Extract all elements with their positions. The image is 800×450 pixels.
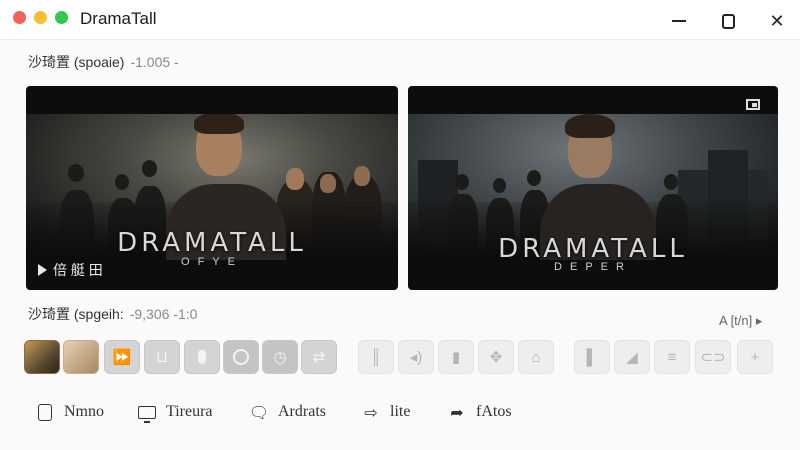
ramp-icon: ◢ bbox=[626, 349, 638, 366]
panel-title: DRAMATALL bbox=[117, 228, 307, 258]
action-comment[interactable]: 🗨 Ardrats bbox=[248, 398, 326, 426]
section-label: 沙琦置 (spgeih: bbox=[28, 306, 124, 322]
video-panel-right[interactable]: DRAMATALL DEPER bbox=[408, 86, 778, 290]
volume-button[interactable]: ◂) bbox=[398, 340, 434, 374]
timer-button[interactable]: ◷ bbox=[262, 340, 298, 374]
section-header-top: 沙琦置 (spoaie) -1.005 - bbox=[28, 52, 179, 72]
add-button[interactable]: + bbox=[737, 340, 773, 374]
swap-button[interactable]: ⇄ bbox=[301, 340, 337, 374]
fast-forward-icon: ⏩ bbox=[112, 349, 132, 366]
pause-button[interactable] bbox=[184, 340, 220, 374]
maximize-button[interactable] bbox=[717, 10, 739, 32]
panel-title: DRAMATALL bbox=[498, 234, 688, 264]
action-note[interactable]: Nmno bbox=[36, 398, 104, 426]
action-share[interactable]: ➦ fAtos bbox=[448, 398, 512, 426]
action-send[interactable]: ⇨ lite bbox=[362, 398, 410, 426]
puzzle-button[interactable]: ✥ bbox=[478, 340, 514, 374]
minimize-icon bbox=[672, 20, 686, 22]
action-monitor[interactable]: Tireura bbox=[138, 398, 213, 426]
section-header-mid: 沙琦置 (spgeih: -9,306 -1:0 bbox=[28, 304, 197, 324]
tray-button[interactable]: ⊔ bbox=[144, 340, 180, 374]
section-value: -1.005 - bbox=[130, 54, 179, 70]
ramp-button[interactable]: ◢ bbox=[614, 340, 650, 374]
brush-button[interactable]: ▌ bbox=[574, 340, 610, 374]
app-title: DramaTall bbox=[80, 9, 157, 28]
puzzle-icon: ✥ bbox=[489, 349, 503, 366]
align-icon: ≡ bbox=[667, 348, 677, 366]
app-window: DramaTall ✕ 沙琦置 (spoaie) -1.005 - DRAMAT… bbox=[0, 0, 800, 450]
tray-icon: ⊔ bbox=[156, 349, 168, 366]
link-button[interactable]: ⊂⊃ bbox=[695, 340, 731, 374]
video-panel-left[interactable]: DRAMATALL OFYE 倍 艇 田 bbox=[26, 86, 398, 290]
link-icon: ⊂⊃ bbox=[700, 349, 726, 366]
add-icon: + bbox=[750, 348, 760, 366]
minimize-button[interactable] bbox=[668, 10, 690, 32]
toolbar: ⏩ ⊔ ◷ ⇄ ║ ◂) ▮ ✥ ⌂ ▌ ◢ ≡ ⊂⊃ + bbox=[0, 340, 800, 376]
record-icon bbox=[233, 349, 249, 365]
action-label: Ardrats bbox=[278, 403, 326, 420]
play-label: 倍 艇 田 bbox=[53, 262, 103, 278]
levels-icon: ║ bbox=[370, 348, 382, 366]
thumbnail-2-button[interactable] bbox=[63, 340, 99, 374]
section-value: -9,306 -1:0 bbox=[129, 306, 198, 322]
swap-icon: ⇄ bbox=[312, 349, 326, 366]
align-button[interactable]: ≡ bbox=[654, 340, 690, 374]
action-label: Tireura bbox=[166, 403, 213, 420]
book-button[interactable]: ▮ bbox=[438, 340, 474, 374]
pause-icon bbox=[198, 350, 206, 364]
close-icon: ✕ bbox=[769, 10, 785, 31]
format-label[interactable]: A [t/n] ▸ bbox=[719, 313, 762, 329]
levels-button[interactable]: ║ bbox=[358, 340, 394, 374]
volume-icon: ◂) bbox=[409, 349, 423, 366]
zoom-dot-button[interactable] bbox=[55, 11, 68, 24]
brush-icon: ▌ bbox=[586, 348, 598, 366]
monitor-icon bbox=[138, 403, 156, 423]
note-icon bbox=[36, 403, 54, 421]
close-button[interactable]: ✕ bbox=[766, 10, 788, 32]
action-label: lite bbox=[390, 403, 411, 420]
section-label: 沙琦置 (spoaie) bbox=[28, 54, 125, 70]
close-dot-button[interactable] bbox=[13, 11, 26, 24]
send-icon: ⇨ bbox=[364, 402, 378, 422]
title-bar: DramaTall ✕ bbox=[0, 0, 800, 40]
book-icon: ▮ bbox=[451, 349, 461, 366]
play-control[interactable]: 倍 艇 田 bbox=[38, 260, 103, 280]
maximize-icon bbox=[721, 13, 735, 29]
comment-icon: 🗨 bbox=[248, 402, 270, 422]
action-bar: Nmno Tireura 🗨 Ardrats ⇨ lite ➦ fAtos bbox=[0, 398, 800, 428]
action-label: fAtos bbox=[476, 403, 512, 420]
plug-icon: ⌂ bbox=[531, 348, 541, 366]
share-icon: ➦ bbox=[450, 402, 464, 422]
thumbnail-1-button[interactable] bbox=[24, 340, 60, 374]
panel-subtitle: DEPER bbox=[554, 261, 632, 273]
timer-icon: ◷ bbox=[273, 349, 287, 366]
minimize-dot-button[interactable] bbox=[34, 11, 47, 24]
action-label: Nmno bbox=[64, 403, 104, 420]
fast-forward-button[interactable]: ⏩ bbox=[104, 340, 140, 374]
picture-in-picture-icon[interactable] bbox=[746, 99, 760, 110]
plug-button[interactable]: ⌂ bbox=[518, 340, 554, 374]
record-button[interactable] bbox=[223, 340, 259, 374]
play-icon bbox=[38, 264, 47, 276]
